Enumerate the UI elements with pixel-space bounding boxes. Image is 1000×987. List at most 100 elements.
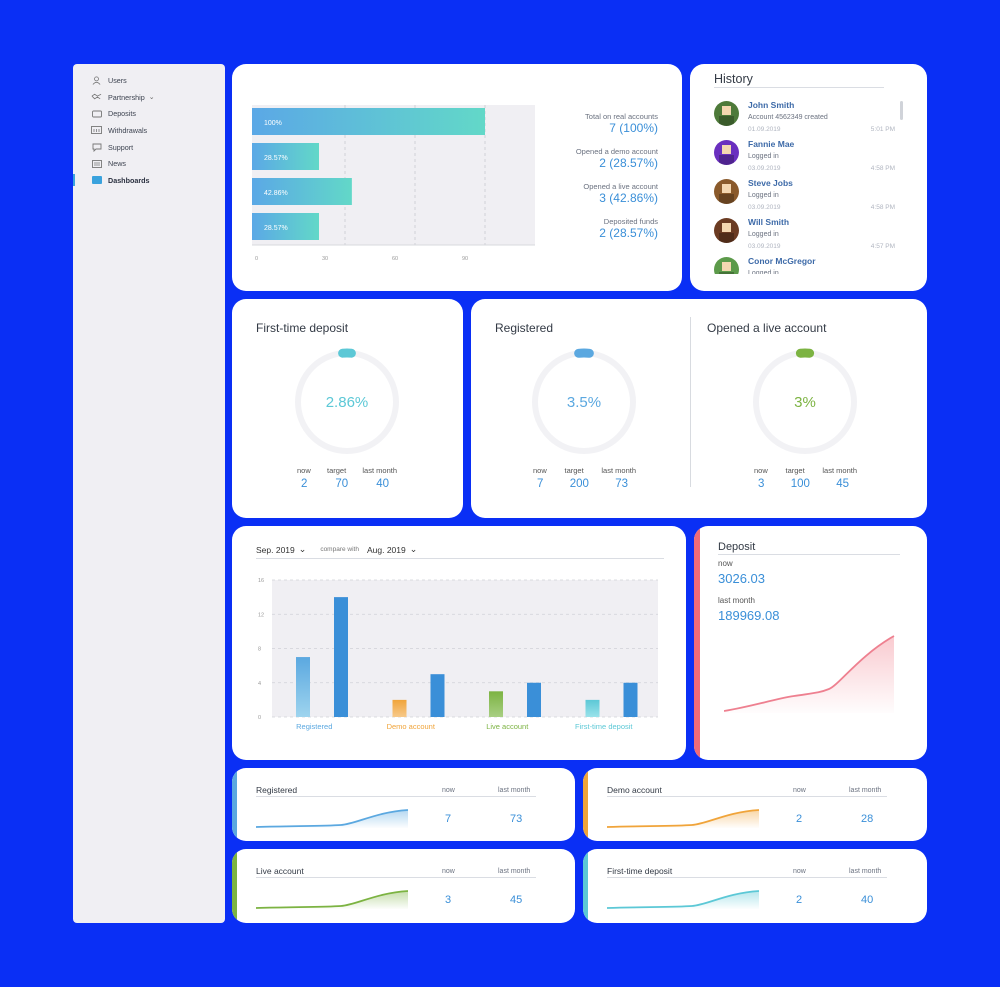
history-name[interactable]: Will Smith bbox=[748, 217, 789, 227]
funnel-label: Deposited funds bbox=[603, 217, 658, 226]
funnel-bar bbox=[252, 108, 485, 135]
mini-card-title: Live account bbox=[256, 866, 304, 876]
deposit-last-value: 189969.08 bbox=[718, 608, 780, 623]
comparison-chart-card: Sep. 2019 ⌄ compare with Aug. 2019 ⌄ 0 4 8… bbox=[232, 526, 686, 760]
bar-current[interactable] bbox=[296, 657, 310, 717]
mini-card-first-time-deposit: First-time deposit now last month 2 40 bbox=[583, 849, 927, 923]
x-category-label: Live account bbox=[486, 722, 529, 731]
deposit-last-label: last month bbox=[718, 596, 755, 605]
avatar-purple bbox=[714, 140, 739, 165]
period-select[interactable]: Sep. 2019 ⌄ bbox=[256, 544, 306, 555]
sidebar-item-partnership[interactable]: Partnership ⌄ bbox=[73, 89, 225, 106]
history-name[interactable]: Conor McGregor bbox=[748, 256, 816, 266]
mini-now-value: 3 bbox=[445, 894, 452, 906]
chevron-down-icon[interactable]: ⌄ bbox=[149, 93, 155, 101]
gauge-center-value: 3.5% bbox=[567, 394, 601, 411]
mini-card-title: Demo account bbox=[607, 785, 662, 795]
history-entry[interactable]: Conor McGregor Logged in bbox=[714, 256, 899, 274]
bar-compare[interactable] bbox=[430, 674, 445, 717]
y-tick-label: 4 bbox=[258, 681, 261, 687]
funnel-value: 2 (28.57%) bbox=[599, 226, 658, 240]
mini-card-title: Registered bbox=[256, 785, 298, 795]
stat-now: 2 bbox=[301, 478, 308, 490]
funnel-label: Opened a demo account bbox=[575, 147, 658, 156]
sidebar-item-dashboards[interactable]: Dashboards bbox=[73, 172, 225, 189]
sidebar-item-withdrawals[interactable]: Withdrawals bbox=[73, 122, 225, 139]
sidebar-item-label: Users bbox=[108, 75, 127, 85]
mini-sparkline bbox=[256, 890, 409, 909]
history-list: John Smith Account 4562349 created 01.09.2… bbox=[714, 100, 899, 274]
stat-label: target bbox=[326, 466, 347, 475]
stat-target: 70 bbox=[335, 478, 349, 490]
history-name[interactable]: Steve Jobs bbox=[748, 178, 793, 188]
x-category-label: First-time deposit bbox=[575, 722, 633, 731]
deposit-now-value: 3026.03 bbox=[718, 571, 765, 586]
funnel-row: Total on real accounts 7 (100%) bbox=[508, 112, 658, 147]
history-entry[interactable]: Will Smith Logged in 03.09.2019 4:57 PM bbox=[714, 217, 899, 253]
x-category-label: Demo account bbox=[387, 722, 436, 731]
chevron-down-icon: ⌄ bbox=[409, 544, 418, 554]
history-name[interactable]: John Smith bbox=[748, 100, 794, 110]
stat-label: now bbox=[754, 466, 768, 475]
mini-sparkline bbox=[607, 890, 760, 909]
history-time: 5:01 PM bbox=[870, 126, 895, 133]
avatar-green bbox=[714, 101, 739, 126]
gauge-title: First-time deposit bbox=[256, 321, 349, 335]
funnel-value: 2 (28.57%) bbox=[599, 156, 658, 170]
sidebar-item-label: Support bbox=[108, 142, 134, 152]
history-action: Logged in bbox=[748, 153, 779, 160]
withdraw-icon bbox=[90, 126, 103, 135]
compare-period-select[interactable]: Aug. 2019 ⌄ bbox=[367, 544, 417, 555]
funnel-tick: 0 bbox=[255, 256, 258, 262]
history-entry[interactable]: John Smith Account 4562349 created 01.09.2… bbox=[714, 100, 899, 136]
bar-compare[interactable] bbox=[334, 597, 348, 717]
mini-now-label: now bbox=[793, 868, 806, 875]
sidebar-item-news[interactable]: News bbox=[73, 155, 225, 172]
mini-last-value: 28 bbox=[861, 813, 874, 825]
history-title: History bbox=[714, 72, 753, 86]
bar-chart: 0 4 8 12 16 Registered Demo account Live accoun… bbox=[258, 578, 658, 731]
funnel-label: Opened a live account bbox=[583, 182, 658, 191]
funnel-tick: 30 bbox=[322, 256, 328, 262]
bar-current[interactable] bbox=[489, 691, 503, 717]
bar-compare[interactable] bbox=[623, 682, 638, 717]
bar-current[interactable] bbox=[392, 699, 407, 717]
gauge-title: Opened a live account bbox=[707, 321, 827, 335]
y-tick-label: 0 bbox=[258, 715, 261, 721]
history-time: 4:58 PM bbox=[870, 165, 895, 172]
history-entry[interactable]: Steve Jobs Logged in 03.09.2019 4:58 PM bbox=[714, 178, 899, 214]
sidebar-item-label: Partnership bbox=[108, 92, 145, 102]
period-value: Sep. 2019 bbox=[256, 544, 295, 555]
history-action: Logged in bbox=[748, 192, 779, 199]
mini-now-label: now bbox=[793, 787, 806, 794]
history-entry[interactable]: Fannie Mae Logged in 03.09.2019 4:58 PM bbox=[714, 139, 899, 175]
gauge-card-first-time-deposit: First-time deposit 2.86% now target last… bbox=[232, 299, 463, 518]
sidebar-item-support[interactable]: Support bbox=[73, 139, 225, 156]
sidebar-item-users[interactable]: Users bbox=[73, 72, 225, 89]
sidebar-item-label: News bbox=[108, 159, 126, 169]
history-date: 01.09.2019 bbox=[748, 126, 781, 133]
stat-label: target bbox=[564, 466, 584, 475]
chevron-down-icon: ⌄ bbox=[298, 544, 307, 554]
history-action: Account 4562349 created bbox=[748, 114, 828, 121]
gauge-center-value: 3% bbox=[794, 394, 816, 411]
bar-current[interactable] bbox=[585, 699, 600, 717]
funnel-tick: 60 bbox=[392, 256, 398, 262]
gauge-ring: 3.5% bbox=[532, 348, 636, 454]
history-scrollbar[interactable] bbox=[900, 101, 903, 120]
history-card: History John Smith Account 4562349 create… bbox=[690, 64, 927, 291]
history-time: 4:57 PM bbox=[870, 243, 895, 250]
mini-sparkline bbox=[256, 809, 409, 828]
deposit-sparkline bbox=[724, 635, 895, 713]
handshake-icon bbox=[90, 93, 103, 102]
history-name[interactable]: Fannie Mae bbox=[748, 139, 794, 149]
y-tick-label: 8 bbox=[258, 647, 261, 653]
y-tick-label: 12 bbox=[258, 612, 264, 618]
sidebar-item-deposits[interactable]: Deposits bbox=[73, 105, 225, 122]
mini-now-label: now bbox=[442, 787, 455, 794]
mini-card-live-account: Live account now last month 3 45 bbox=[232, 849, 575, 923]
mini-sparkline bbox=[607, 809, 760, 828]
gauge-title: Registered bbox=[495, 321, 554, 335]
stat-last: 45 bbox=[836, 478, 849, 490]
bar-compare[interactable] bbox=[527, 682, 541, 717]
